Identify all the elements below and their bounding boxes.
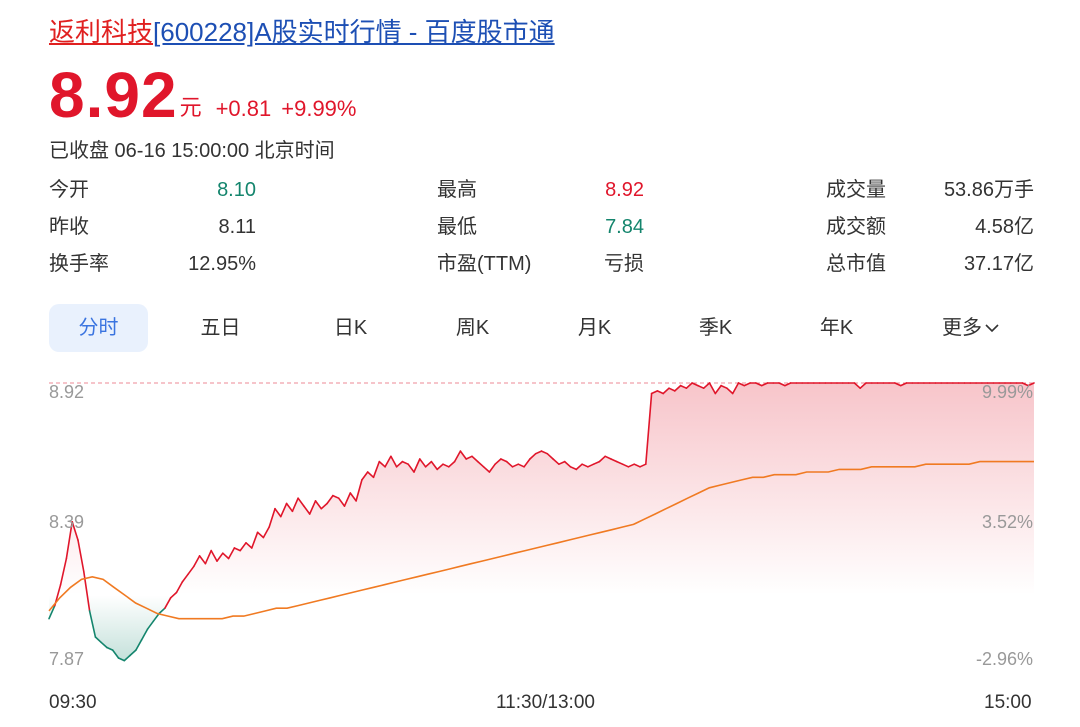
stat-label-open: 今开 [49,179,89,201]
tab-weekly-k[interactable]: 周K [423,304,522,352]
price-row: 8.92元 +0.81 +9.99% [49,62,356,128]
intraday-chart: 8.92 8.39 7.87 9.99% 3.52% -2.96% [48,382,1035,669]
tab-more[interactable]: 更多 [921,304,1020,352]
price-area-down [49,595,1034,661]
stat-label-high: 最高 [437,179,477,201]
x-tick-midday: 11:30/13:00 [496,692,595,713]
tab-monthly-k[interactable]: 月K [545,304,644,352]
stock-name-link[interactable]: 返利科技 [49,17,153,47]
stat-label-pe: 市盈(TTM) [437,253,532,275]
stat-value-turnover-rate: 12.95% [188,253,256,275]
tab-five-day[interactable]: 五日 [171,304,270,352]
tab-yearly-k[interactable]: 年K [787,304,886,352]
stat-label-market-cap: 总市值 [826,253,886,275]
stat-value-turnover-amount: 4.58亿 [975,216,1034,238]
price-area-up [49,383,1034,596]
stat-value-market-cap: 37.17亿 [963,253,1034,275]
y-tick-left-top: 8.92 [49,382,84,402]
price-change: +0.81 [215,96,272,121]
stat-value-high: 8.92 [605,179,644,201]
stat-value-low: 7.84 [605,216,644,238]
price-change-pct: +9.99% [281,96,357,121]
x-tick-close: 15:00 [984,692,1032,713]
tab-daily-k[interactable]: 日K [301,304,400,352]
stat-value-pe: 亏损 [604,253,644,275]
stats-grid: 今开 8.10 最高 8.92 成交量 53.86万手 昨收 8.11 最低 7… [49,172,1034,282]
tab-quarterly-k[interactable]: 季K [666,304,765,352]
tab-more-label: 更多 [942,317,982,339]
title-link[interactable]: [600228]A股实时行情 - 百度股市通 [153,17,555,47]
stat-value-volume: 53.86万手 [943,179,1034,201]
stat-label-turnover-rate: 换手率 [49,253,109,275]
chevron-down-icon [985,303,999,351]
y-tick-right-bottom: -2.96% [976,649,1033,669]
tab-intraday[interactable]: 分时 [49,304,148,352]
chart-tabs: 分时 五日 日K 周K 月K 季K 年K 更多 [49,304,1034,352]
stat-label-volume: 成交量 [826,179,886,201]
x-tick-open: 09:30 [49,692,97,713]
y-tick-left-bottom: 7.87 [49,649,84,669]
market-status: 已收盘 06-16 15:00:00 北京时间 [49,140,335,162]
y-tick-right-mid: 3.52% [982,512,1033,532]
stat-label-prev-close: 昨收 [49,216,89,238]
price-unit: 元 [179,95,202,120]
page-title[interactable]: 返利科技[600228]A股实时行情 - 百度股市通 [49,14,555,50]
stat-label-low: 最低 [437,216,477,238]
y-tick-right-top: 9.99% [982,382,1033,402]
y-tick-left-mid: 8.39 [49,512,84,532]
stat-value-open: 8.10 [217,179,256,201]
current-price: 8.92 [49,59,178,131]
stat-label-turnover-amount: 成交额 [826,216,886,238]
stat-value-prev-close: 8.11 [218,216,256,238]
